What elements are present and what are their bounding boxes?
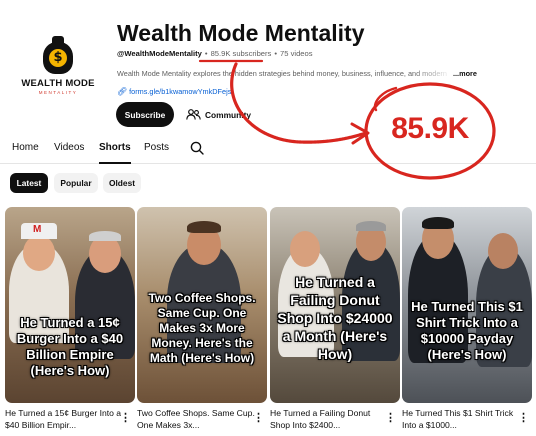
channel-description[interactable]: Wealth Mode Mentality explores the hidde… [117,69,482,78]
video-count: 75 videos [280,49,313,58]
chip-popular[interactable]: Popular [54,173,98,193]
short-title-3[interactable]: He Turned a Failing Donut Shop Into $240… [270,407,388,431]
short-title-4[interactable]: He Turned This $1 Shirt Trick Into a $10… [402,407,520,431]
logo-subtitle: MENTALITY [38,89,78,95]
channel-name: Wealth Mode Mentality [117,20,365,46]
tab-videos[interactable]: Videos [54,142,84,164]
more-options-icon[interactable]: ⋮ [120,411,131,425]
subscriber-count: 85.9K subscribers [210,49,272,58]
tab-home[interactable]: Home [12,142,39,164]
thumbnail-overlay-text: He Turned This $1 Shirt Trick Into a $10… [411,299,523,362]
logo-title: WEALTH MODE [21,77,95,89]
money-bag-icon: $ [41,35,75,74]
chip-oldest[interactable]: Oldest [103,173,141,193]
more-options-icon[interactable]: ⋮ [385,411,396,425]
short-thumbnail-3[interactable]: He Turned a Failing Donut Shop Into $240… [270,207,400,403]
short-thumbnail-2[interactable]: Two Coffee Shops. Same Cup. One Makes 3x… [137,207,267,403]
community-button[interactable]: Community [179,102,258,127]
channel-meta: @WealthModeMentality • 85.9K subscribers • 7… [117,49,313,58]
thumbnail-overlay-text: He Turned a Failing Donut Shop Into $240… [277,274,393,362]
community-label: Community [204,109,252,120]
thumbnail-overlay-text: He Turned a 15¢ Burger Into a $40 Billio… [16,315,124,378]
highlight-count: 85.9K [391,112,469,145]
short-thumbnail-4[interactable]: He Turned This $1 Shirt Trick Into a $10… [402,207,532,403]
link-icon: 🔗︎ [117,87,128,96]
short-title-2[interactable]: Two Coffee Shops. Same Cup. One Makes 3x… [137,407,255,431]
more-options-icon[interactable]: ⋮ [253,411,264,425]
channel-link-text[interactable]: forms.gle/b1kwamowYmkDFejs [129,87,231,96]
short-title-1[interactable]: He Turned a 15¢ Burger Into a $40 Billio… [5,407,123,431]
description-text: Wealth Mode Mentality explores the hidde… [117,69,447,78]
community-icon [186,109,201,120]
channel-handle[interactable]: @WealthModeMentality [117,49,202,58]
channel-avatar[interactable]: $ WEALTH MODE MENTALITY [14,16,102,104]
subscribe-button[interactable]: Subscribe [116,102,174,127]
tab-posts[interactable]: Posts [144,142,169,164]
search-icon[interactable] [190,141,204,155]
more-link[interactable]: ...more [453,69,477,78]
channel-link[interactable]: 🔗︎ forms.gle/b1kwamowYmkDFejs [117,87,231,96]
chip-latest[interactable]: Latest [10,173,48,193]
more-options-icon[interactable]: ⋮ [518,411,529,425]
short-thumbnail-1[interactable]: M He Turned a 15¢ Burger Into a $40 Bill… [5,207,135,403]
thumbnail-overlay-text: Two Coffee Shops. Same Cup. One Makes 3x… [148,291,256,365]
tab-shorts[interactable]: Shorts [99,142,131,164]
